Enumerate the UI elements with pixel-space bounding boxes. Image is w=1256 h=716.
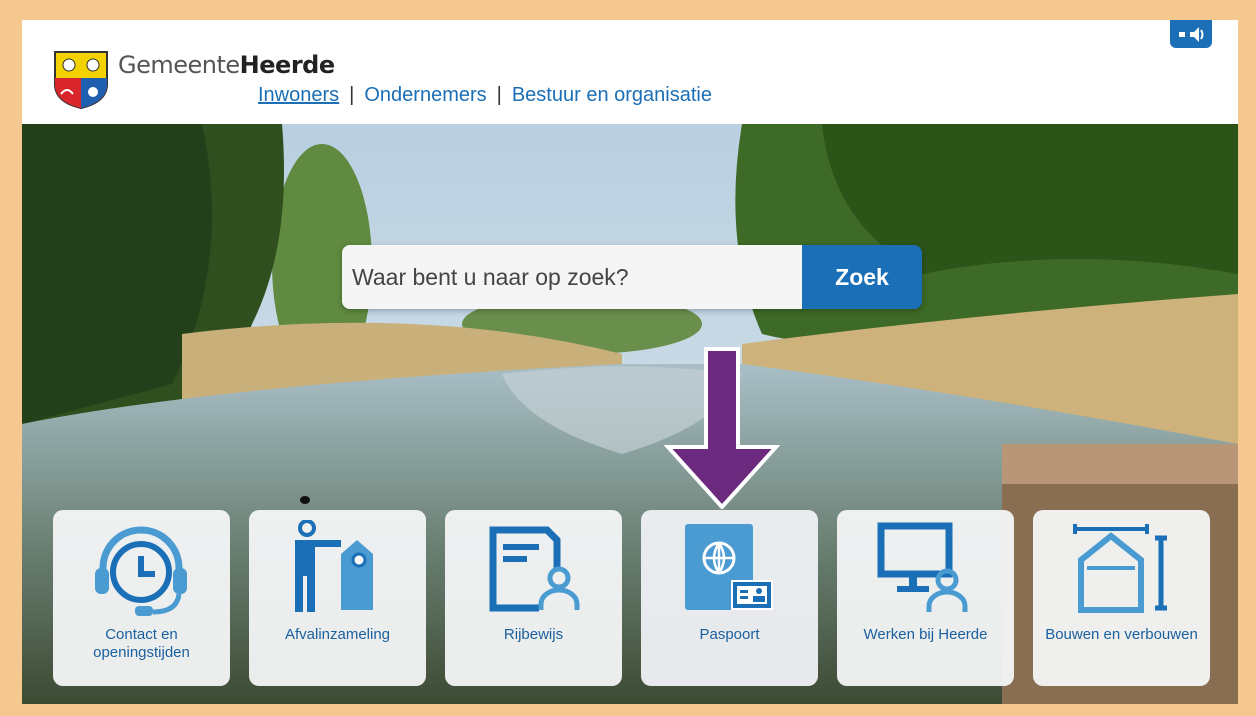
hero-banner: Zoek Contact en openingstijden bbox=[22, 124, 1238, 704]
readspeaker-button[interactable] bbox=[1170, 20, 1212, 48]
headset-clock-icon bbox=[95, 526, 187, 616]
site-header: GemeenteHeerde Inwoners | Ondernemers | Best… bbox=[22, 20, 1238, 124]
tile-afvalinzameling[interactable]: Afvalinzameling bbox=[249, 510, 426, 686]
main-nav: Inwoners | Ondernemers | Bestuur en organisa… bbox=[258, 84, 712, 107]
search-bar: Zoek bbox=[342, 245, 922, 309]
passport-icon bbox=[685, 524, 773, 610]
tile-label: Werken bij Heerde bbox=[863, 626, 988, 643]
tile-label: Contact en openingstijden bbox=[93, 626, 190, 661]
nav-ondernemers[interactable]: Ondernemers bbox=[364, 84, 486, 106]
tile-label: Paspoort bbox=[699, 626, 760, 643]
search-button[interactable]: Zoek bbox=[802, 245, 922, 309]
tile-rijbewijs[interactable]: Rijbewijs bbox=[445, 510, 622, 686]
brand-name[interactable]: GemeenteHeerde bbox=[118, 51, 335, 79]
computer-user-icon bbox=[877, 522, 968, 612]
nav-separator: | bbox=[496, 84, 502, 106]
tile-contact[interactable]: Contact en openingstijden bbox=[53, 510, 230, 686]
driving-license-icon bbox=[489, 526, 580, 612]
brand-prefix: Gemeente bbox=[118, 51, 240, 79]
tile-label: Bouwen en verbouwen bbox=[1045, 626, 1198, 643]
tile-bouwen-en-verbouwen[interactable]: Bouwen en verbouwen bbox=[1033, 510, 1210, 686]
nav-inwoners[interactable]: Inwoners bbox=[258, 84, 339, 106]
municipality-logo[interactable] bbox=[53, 50, 109, 110]
tile-label: Rijbewijs bbox=[503, 626, 564, 643]
tile-label: Afvalinzameling bbox=[284, 626, 391, 643]
search-input[interactable] bbox=[342, 245, 802, 309]
nav-bestuur[interactable]: Bestuur en organisatie bbox=[512, 84, 712, 106]
quick-links: Contact en openingstijden Afvalinzamelin… bbox=[53, 510, 1213, 690]
nav-separator: | bbox=[349, 84, 355, 106]
tile-paspoort[interactable]: Paspoort bbox=[641, 510, 818, 686]
person-waste-bag-icon bbox=[295, 520, 373, 612]
brand-bold: Heerde bbox=[239, 51, 335, 79]
tile-werken-bij-heerde[interactable]: Werken bij Heerde bbox=[837, 510, 1014, 686]
speaker-icon bbox=[1179, 27, 1204, 42]
house-measure-icon bbox=[1073, 524, 1167, 613]
browser-viewport: GemeenteHeerde Inwoners | Ondernemers | Best… bbox=[22, 20, 1238, 704]
annotation-arrow bbox=[664, 347, 780, 509]
